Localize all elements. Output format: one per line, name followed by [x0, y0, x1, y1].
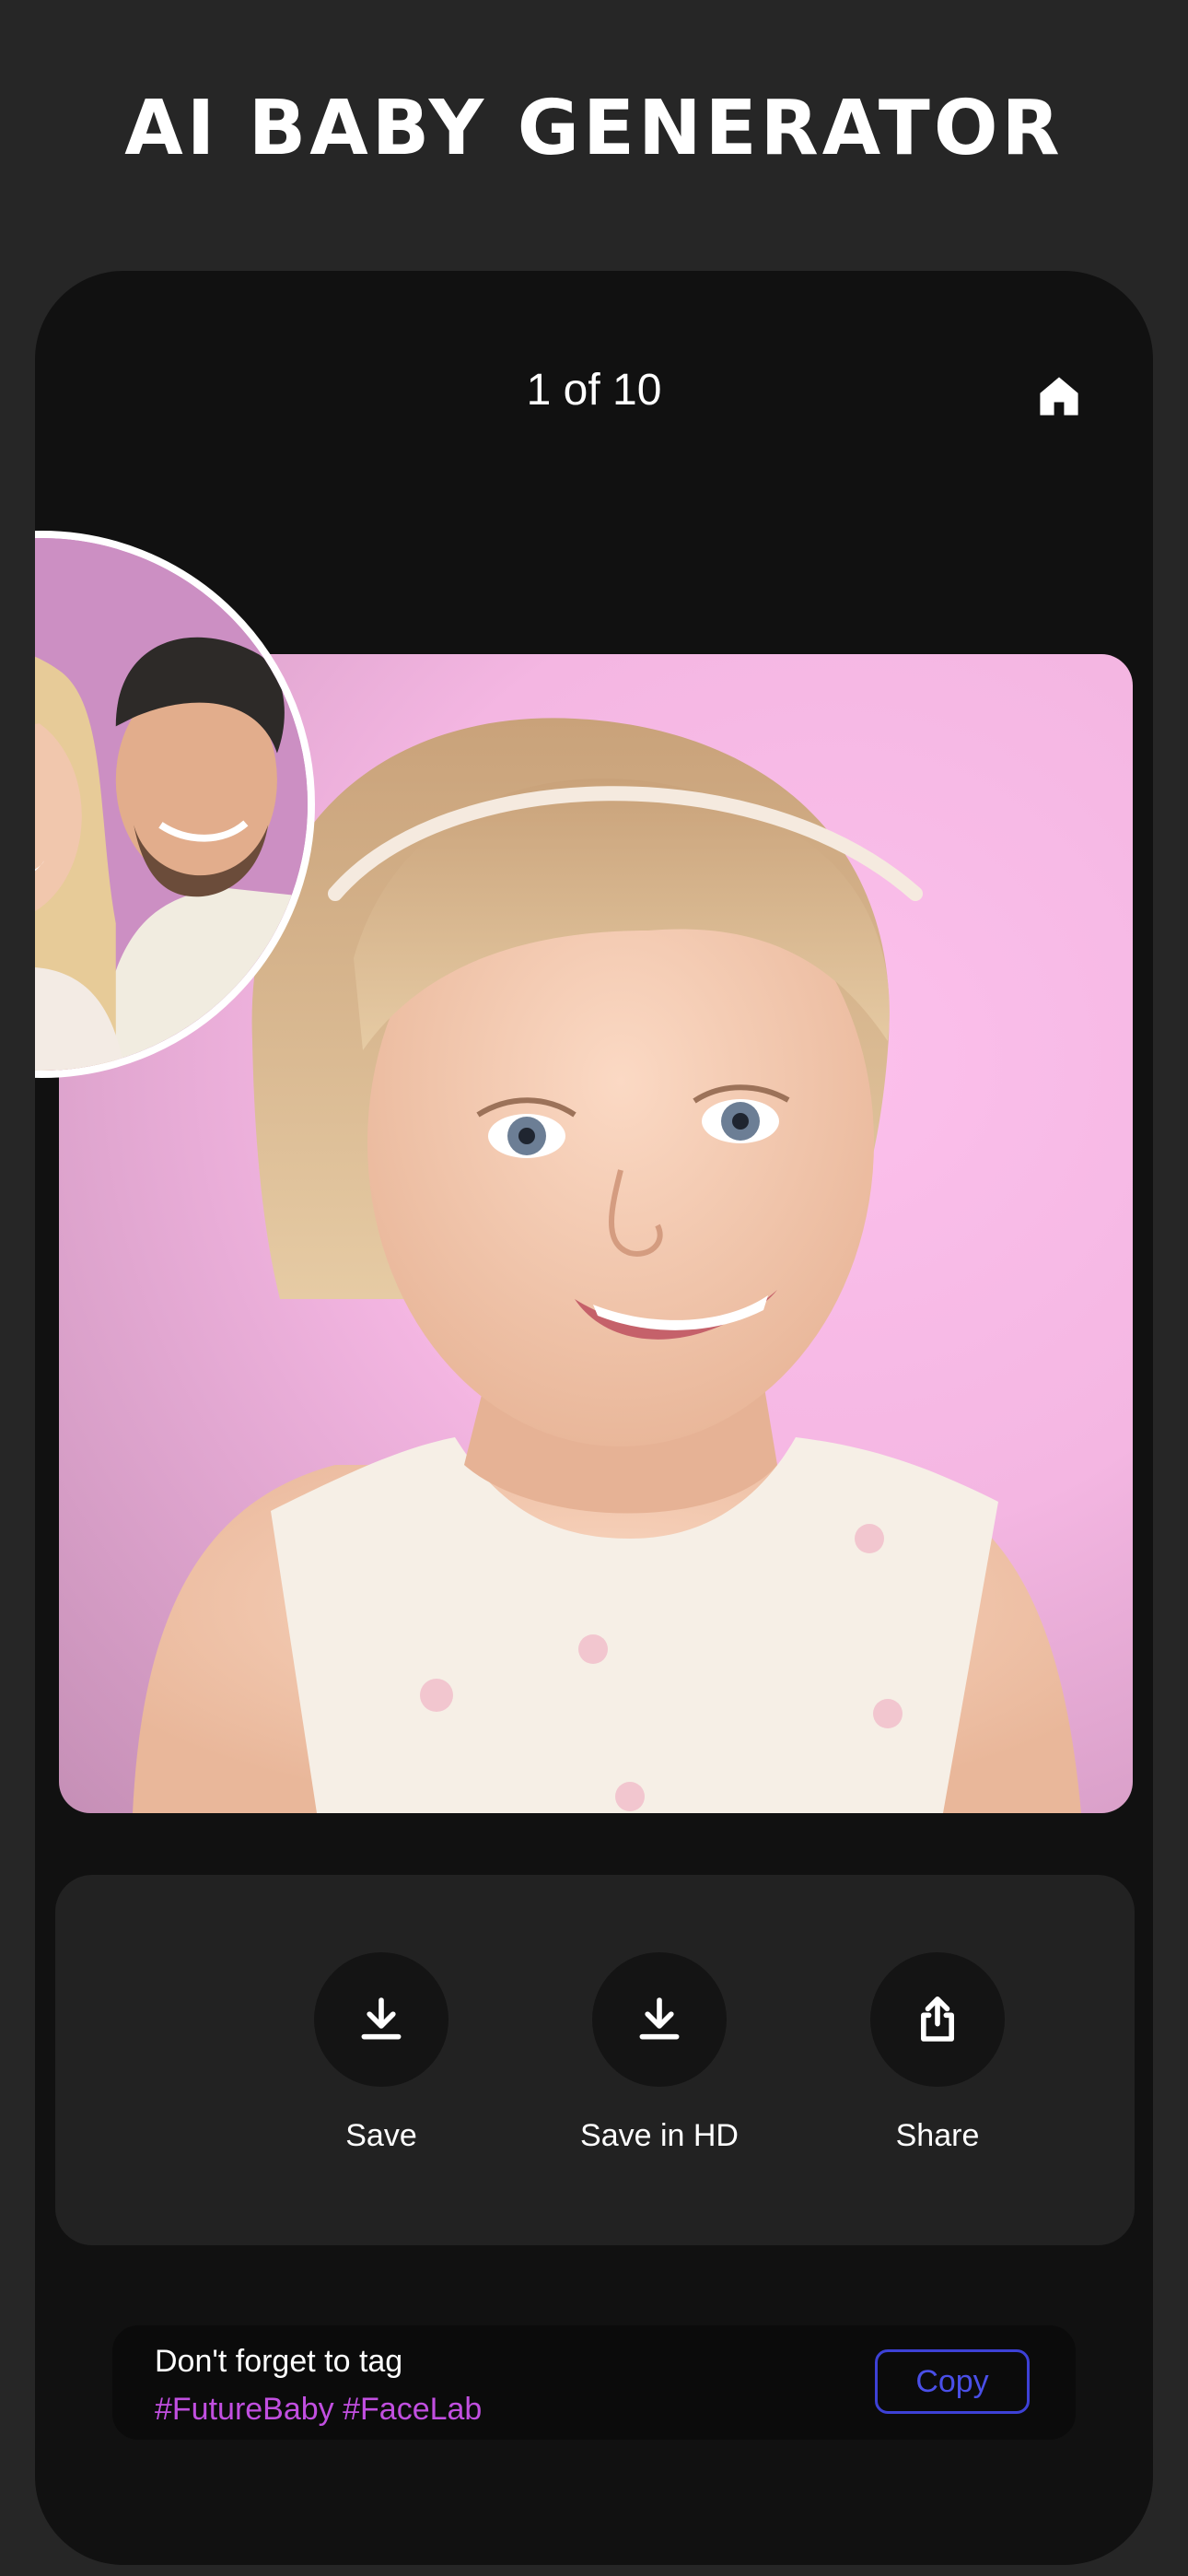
save-label: Save: [345, 2118, 417, 2153]
image-counter: 1 of 10: [526, 366, 662, 415]
download-icon: [639, 1997, 680, 2040]
home-icon[interactable]: [1035, 372, 1083, 420]
save-in-hd-label: Save in HD: [580, 2118, 739, 2153]
copy-button[interactable]: Copy: [875, 2349, 1030, 2414]
actions-panel: Save Save in HD Share: [55, 1875, 1135, 2245]
save-icon-circle[interactable]: [314, 1952, 448, 2087]
hashtags-text: #FutureBaby #FaceLab: [155, 2392, 483, 2427]
save-in-hd-button[interactable]: Save in HD: [540, 1952, 779, 2154]
share-label: Share: [895, 2118, 980, 2153]
result-screen: 1 of 10 Save Save in HD Share Don't forg…: [35, 271, 1153, 2565]
share-icon: [921, 1996, 954, 2042]
share-icon-circle[interactable]: [870, 1952, 1005, 2087]
tag-reminder-text: Don't forget to tag: [155, 2344, 403, 2379]
tag-reminder-bar: Don't forget to tag #FutureBaby #FaceLab…: [112, 2325, 1076, 2440]
download-icon: [361, 1997, 402, 2040]
save-hd-icon-circle[interactable]: [592, 1952, 727, 2087]
page-title: AI BABY GENERATOR: [124, 85, 1064, 172]
save-button[interactable]: Save: [262, 1952, 501, 2154]
share-button[interactable]: Share: [818, 1952, 1057, 2154]
